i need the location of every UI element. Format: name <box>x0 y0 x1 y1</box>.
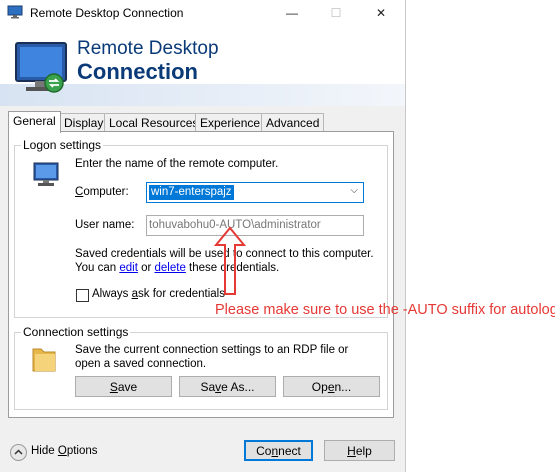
save-button[interactable]: Save <box>75 376 172 397</box>
annotation-up-arrow-icon <box>213 226 247 295</box>
always-ask-checkbox[interactable] <box>76 289 89 302</box>
rdc-window: Remote Desktop Connection — ☐ ✕ Remote D… <box>0 0 406 472</box>
save-as-button[interactable]: Save As... <box>179 376 276 397</box>
logon-instruction: Enter the name of the remote computer. <box>75 158 279 170</box>
username-label: User name: <box>75 219 135 231</box>
edit-credentials-link[interactable]: edit <box>119 262 138 274</box>
maximize-button[interactable]: ☐ <box>313 0 359 26</box>
username-field[interactable]: tohuvabohu0-AUTO\administrator <box>146 215 364 236</box>
computer-combobox[interactable]: win7-enterspajz ⌵ <box>146 182 364 203</box>
header-banner: Remote Desktop Connection <box>0 26 405 106</box>
tab-local-resources[interactable]: Local Resources <box>104 113 204 132</box>
remote-desktop-monitor-icon <box>15 42 67 93</box>
connect-button[interactable]: Connect <box>244 440 313 461</box>
close-button[interactable]: ✕ <box>358 0 404 26</box>
always-ask-label[interactable]: Always ask for credentials <box>92 288 225 300</box>
minimize-button[interactable]: — <box>269 0 315 26</box>
tab-experience[interactable]: Experience <box>195 113 266 132</box>
hide-options-chevron-icon[interactable] <box>10 444 27 461</box>
title-bar[interactable]: Remote Desktop Connection — ☐ ✕ <box>0 0 405 26</box>
remote-desktop-app-icon <box>7 5 23 19</box>
connection-settings-legend: Connection settings <box>23 325 129 339</box>
tab-display[interactable]: Display <box>59 113 109 132</box>
tab-advanced[interactable]: Advanced <box>261 113 325 132</box>
delete-credentials-link[interactable]: delete <box>155 262 186 274</box>
open-button[interactable]: Open... <box>283 376 380 397</box>
saved-credentials-actions: You can edit or delete these credentials… <box>75 262 279 274</box>
folder-icon <box>32 348 56 372</box>
logon-settings-legend: Logon settings <box>23 138 102 152</box>
annotation-text: Please make sure to use the -AUTO suffix… <box>215 302 555 318</box>
chevron-down-icon[interactable]: ⌵ <box>350 185 358 196</box>
saved-text-part-a: You can <box>75 262 120 274</box>
banner-title-line1: Remote Desktop <box>77 38 219 59</box>
help-button[interactable]: Help <box>324 440 395 461</box>
computer-label: Computer: <box>75 186 129 198</box>
computer-icon <box>33 162 59 186</box>
computer-value: win7-enterspajz <box>149 185 234 200</box>
hide-options-button[interactable]: Hide Options <box>31 445 98 457</box>
saved-text-part-b: or <box>137 262 155 274</box>
window-title: Remote Desktop Connection <box>30 6 184 20</box>
general-tab-panel: Logon settings Enter the name of the rem… <box>8 131 394 418</box>
banner-title-line2: Connection <box>77 59 198 84</box>
connection-settings-text: Save the current connection settings to … <box>75 344 349 370</box>
tab-general[interactable]: General <box>8 111 61 133</box>
